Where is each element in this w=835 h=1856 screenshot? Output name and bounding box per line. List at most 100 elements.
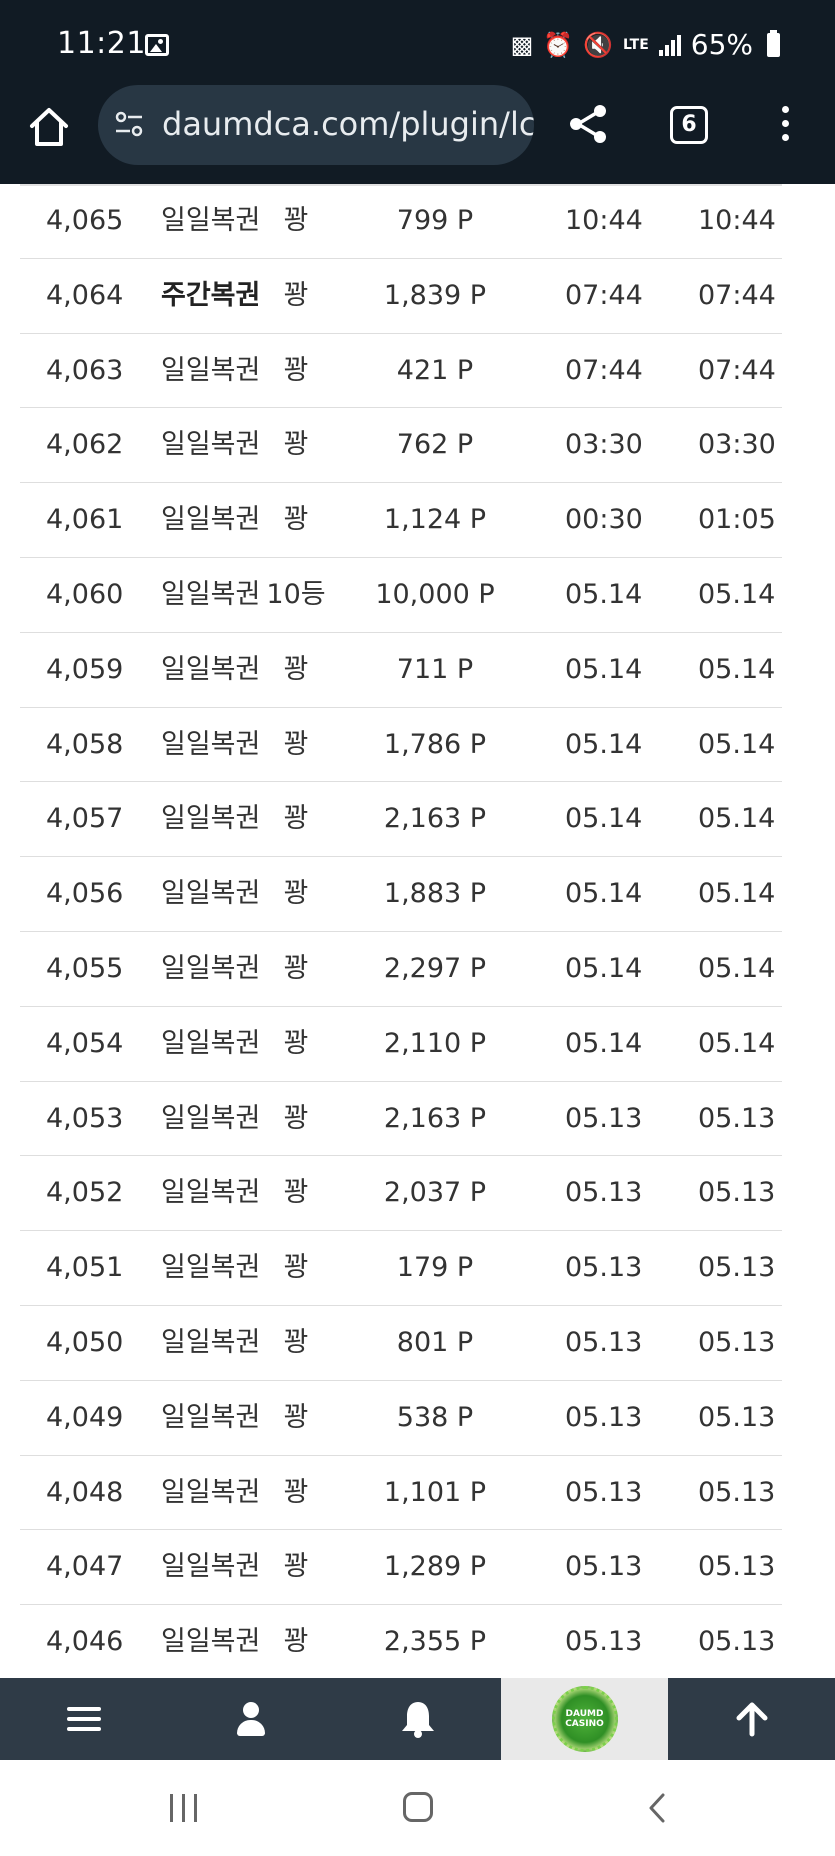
row-rank: 꽝 [283,878,309,910]
row-number: 4,053 [46,1102,124,1134]
row-lottery-type: 일일복권 [161,1177,261,1209]
row-date-issued: 05.13 [565,1551,643,1583]
back-icon[interactable] [641,1791,675,1825]
row-points: 2,110 P [383,1027,487,1059]
user-icon [235,1702,267,1736]
row-number: 4,064 [46,279,124,311]
notifications-button[interactable] [334,1678,501,1760]
row-points: 2,163 P [383,803,487,835]
scroll-top-button[interactable] [668,1678,835,1760]
row-points: 2,163 P [383,1102,487,1134]
more-vert-icon[interactable] [780,106,790,146]
casino-logo-button[interactable]: DAUMD CASINO [501,1678,668,1760]
row-date-checked: 05.13 [698,1401,776,1433]
row-lottery-type: 일일복권 [161,653,261,685]
row-date-checked: 01:05 [698,504,776,536]
row-points: 2,037 P [383,1177,487,1209]
row-number: 4,060 [46,578,124,610]
row-lottery-type: 일일복권 [161,504,261,536]
system-home-icon[interactable] [403,1792,433,1822]
user-button[interactable] [167,1678,334,1760]
row-date-issued: 05.14 [565,728,643,760]
row-points: 10,000 P [375,578,495,610]
lottery-history-table: 4,065 일일복권 꽝 799 P 10:44 10:44 4,064 주간복권 꽝 1,839… [0,184,835,1680]
row-lottery-type: 일일복권 [161,803,261,835]
home-icon[interactable] [26,104,72,150]
table-row: 4,056 일일복권 꽝 1,883 P 05.14 05.14 [20,857,782,932]
menu-icon[interactable] [0,1678,167,1760]
table-row: 4,053 일일복권 꽝 2,163 P 05.13 05.13 [20,1082,782,1157]
row-points: 801 P [396,1326,474,1358]
row-points: 2,355 P [383,1626,487,1658]
row-date-checked: 05.13 [698,1102,776,1134]
row-number: 4,050 [46,1326,124,1358]
site-settings-icon[interactable] [114,109,144,139]
row-number: 4,047 [46,1551,124,1583]
row-date-checked: 05.13 [698,1551,776,1583]
signal-icon [658,34,681,56]
row-date-checked: 05.13 [698,1326,776,1358]
lte-icon: LTE [623,36,649,53]
row-rank: 꽝 [283,1177,309,1209]
row-date-issued: 05.13 [565,1326,643,1358]
row-rank: 꽝 [283,1476,309,1508]
row-lottery-type: 일일복권 [161,1252,261,1284]
row-date-checked: 05.14 [698,728,776,760]
share-icon[interactable] [566,102,610,146]
row-number: 4,048 [46,1476,124,1508]
row-lottery-type: 일일복권 [161,1027,261,1059]
table-row: 4,049 일일복권 꽝 538 P 05.13 05.13 [20,1381,782,1456]
url-text[interactable]: daumdca.com/plugin/lc [162,105,534,143]
row-date-issued: 05.13 [565,1401,643,1433]
row-lottery-type: 일일복권 [161,1401,261,1433]
table-row: 4,054 일일복권 꽝 2,110 P 05.14 05.14 [20,1007,782,1082]
row-number: 4,054 [46,1027,124,1059]
row-number: 4,051 [46,1252,124,1284]
row-date-issued: 00:30 [565,504,643,536]
row-rank: 꽝 [283,952,309,984]
recents-icon[interactable] [170,1794,197,1822]
row-number: 4,046 [46,1626,124,1658]
row-lottery-type: 일일복권 [161,952,261,984]
row-date-issued: 05.13 [565,1102,643,1134]
row-date-checked: 05.14 [698,952,776,984]
row-lottery-type: 일일복권 [161,578,261,610]
row-date-checked: 05.14 [698,578,776,610]
row-points: 421 P [396,354,474,386]
row-lottery-type: 일일복권 [161,429,261,461]
table-row: 4,065 일일복권 꽝 799 P 10:44 10:44 [20,184,782,259]
row-lottery-type: 일일복권 [161,878,261,910]
row-date-issued: 05.13 [565,1252,643,1284]
table-row: 4,058 일일복권 꽝 1,786 P 05.14 05.14 [20,708,782,783]
row-rank: 꽝 [283,728,309,760]
row-date-issued: 05.14 [565,1027,643,1059]
assistant-icon: ▩ [510,30,534,59]
row-rank: 꽝 [283,653,309,685]
row-points: 538 P [396,1401,474,1433]
row-date-issued: 07:44 [565,354,643,386]
row-date-issued: 05.14 [565,578,643,610]
url-bar[interactable]: daumdca.com/plugin/lc [98,85,534,165]
row-date-issued: 05.13 [565,1626,643,1658]
table-row: 4,057 일일복권 꽝 2,163 P 05.14 05.14 [20,782,782,858]
row-points: 2,297 P [383,952,487,984]
row-points: 179 P [396,1252,474,1284]
row-lottery-type: 일일복권 [161,1626,261,1658]
row-lottery-type: 일일복권 [161,1326,261,1358]
table-row: 4,064 주간복권 꽝 1,839 P 07:44 07:44 [20,259,782,334]
row-date-checked: 05.14 [698,803,776,835]
row-lottery-type: 일일복권 [161,728,261,760]
browser-toolbar: daumdca.com/plugin/lc 6 [0,84,835,184]
row-lottery-type: 일일복권 [161,1551,261,1583]
row-date-checked: 05.13 [698,1252,776,1284]
row-rank: 꽝 [283,279,309,311]
tabs-icon[interactable]: 6 [670,106,708,144]
row-date-checked: 05.13 [698,1476,776,1508]
row-points: 799 P [396,205,474,236]
table-row: 4,046 일일복권 꽝 2,355 P 05.13 05.13 [20,1605,782,1680]
row-date-issued: 05.14 [565,952,643,984]
row-rank: 꽝 [283,429,309,461]
row-number: 4,049 [46,1401,124,1433]
alarm-icon: ⏰ [543,30,574,59]
battery-text: 65% [690,28,753,61]
